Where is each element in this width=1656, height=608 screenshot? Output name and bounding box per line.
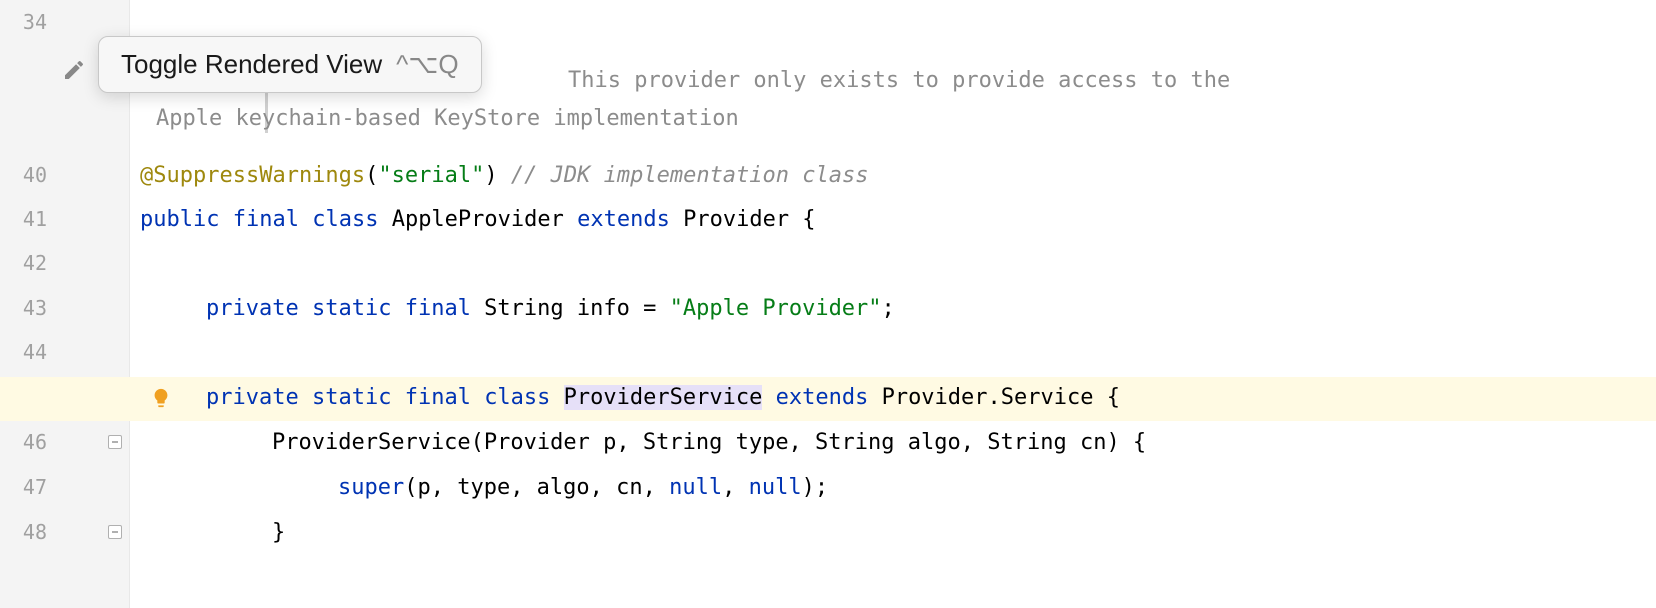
javadoc-text: Apple keychain-based KeyStore implementa… [156, 106, 739, 131]
line-number: 42 [23, 251, 47, 275]
line-number: 46 [23, 430, 47, 454]
tooltip-label: Toggle Rendered View [121, 49, 382, 80]
line-number: 43 [23, 296, 47, 320]
line-number: 47 [23, 475, 47, 499]
code-line-45: private static final class ProviderServi… [206, 385, 1120, 410]
line-number: 40 [23, 163, 47, 187]
pen-icon[interactable] [62, 58, 86, 88]
code-line-48: } [272, 520, 285, 545]
code-line-43: private static final String info = "Appl… [206, 296, 895, 321]
javadoc-text: This provider only exists to provide acc… [568, 68, 1230, 93]
line-number: 34 [23, 10, 47, 34]
code-line-46: ProviderService(Provider p, String type,… [272, 430, 1146, 455]
line-number: 44 [23, 340, 47, 364]
tooltip-shortcut: ^⌥Q [396, 49, 458, 80]
line-numbers-column: 34 40 41 42 43 44 45 46 47 48 [0, 0, 55, 608]
fold-marker[interactable] [108, 435, 124, 451]
fold-marker[interactable] [108, 525, 124, 541]
code-line-41: public final class AppleProvider extends… [140, 207, 816, 232]
line-number: 41 [23, 207, 47, 231]
code-line-47: super(p, type, algo, cn, null, null); [338, 475, 828, 500]
tooltip[interactable]: Toggle Rendered View ^⌥Q [98, 36, 482, 93]
line-number: 48 [23, 520, 47, 544]
code-line-40: @SuppressWarnings("serial") // JDK imple… [140, 163, 869, 188]
